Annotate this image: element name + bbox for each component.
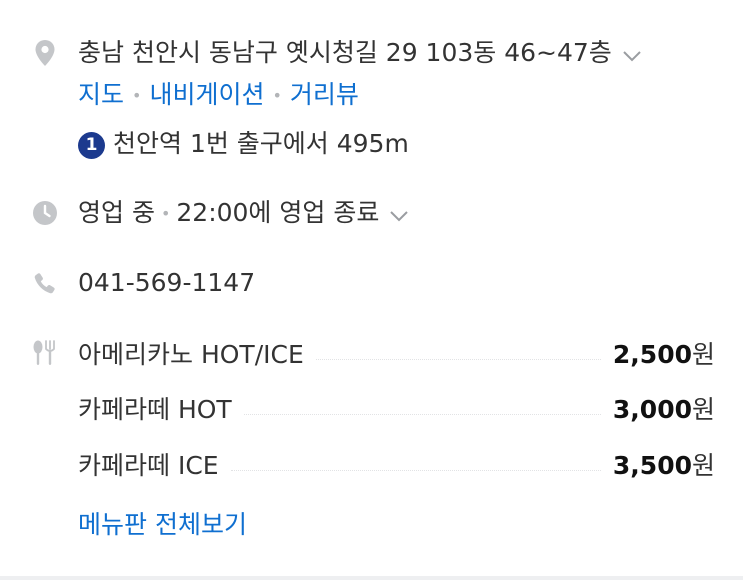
separator-dot: • [272, 86, 282, 105]
navigation-link[interactable]: 내비게이션 [149, 80, 264, 109]
menu-item: 아메리카노 HOT/ICE 2,500원 [78, 336, 715, 370]
menu-item-name: 아메리카노 HOT/ICE [78, 340, 304, 369]
map-link[interactable]: 지도 [78, 80, 124, 109]
utensils-icon [30, 336, 60, 370]
separator-dot: • [160, 204, 171, 223]
view-full-menu-link[interactable]: 메뉴판 전체보기 [78, 508, 247, 542]
section-divider [0, 576, 743, 580]
place-info-panel: 충남 천안시 동남구 옛시청길 29 103동 46~47층 지도 • 내비게이션 •… [0, 0, 743, 580]
dotted-leader [230, 469, 601, 471]
address-text: 충남 천안시 동남구 옛시청길 29 103동 46~47층 [78, 38, 612, 67]
phone-number[interactable]: 041-569-1147 [78, 266, 255, 300]
menu-item-price: 2,500원 [612, 340, 715, 369]
location-pin-icon [30, 36, 60, 70]
street-view-link[interactable]: 거리뷰 [290, 80, 359, 109]
menu-item: 카페라떼 ICE 3,500원 [78, 447, 715, 481]
chevron-down-icon[interactable] [622, 37, 642, 71]
separator-dot: • [132, 86, 142, 105]
station-text: 천안역 1번 출구에서 495m [113, 129, 409, 158]
menu-item-price: 3,500원 [612, 451, 715, 480]
business-status: 영업 중 [78, 198, 155, 227]
address-line[interactable]: 충남 천안시 동남구 옛시청길 29 103동 46~47층 [78, 36, 642, 71]
menu-item-name: 카페라떼 ICE [78, 451, 219, 480]
menu-item-price: 3,000원 [612, 395, 715, 424]
subway-line-badge: 1 [78, 132, 105, 159]
dotted-leader [315, 358, 601, 360]
chevron-down-icon[interactable] [389, 197, 409, 231]
hours-detail: 22:00에 영업 종료 [176, 198, 380, 227]
menu-item: 카페라떼 HOT 3,000원 [78, 391, 715, 425]
dotted-leader [243, 413, 601, 415]
menu-item-name: 카페라떼 HOT [78, 395, 232, 424]
phone-icon [30, 266, 60, 300]
clock-icon [30, 196, 60, 230]
